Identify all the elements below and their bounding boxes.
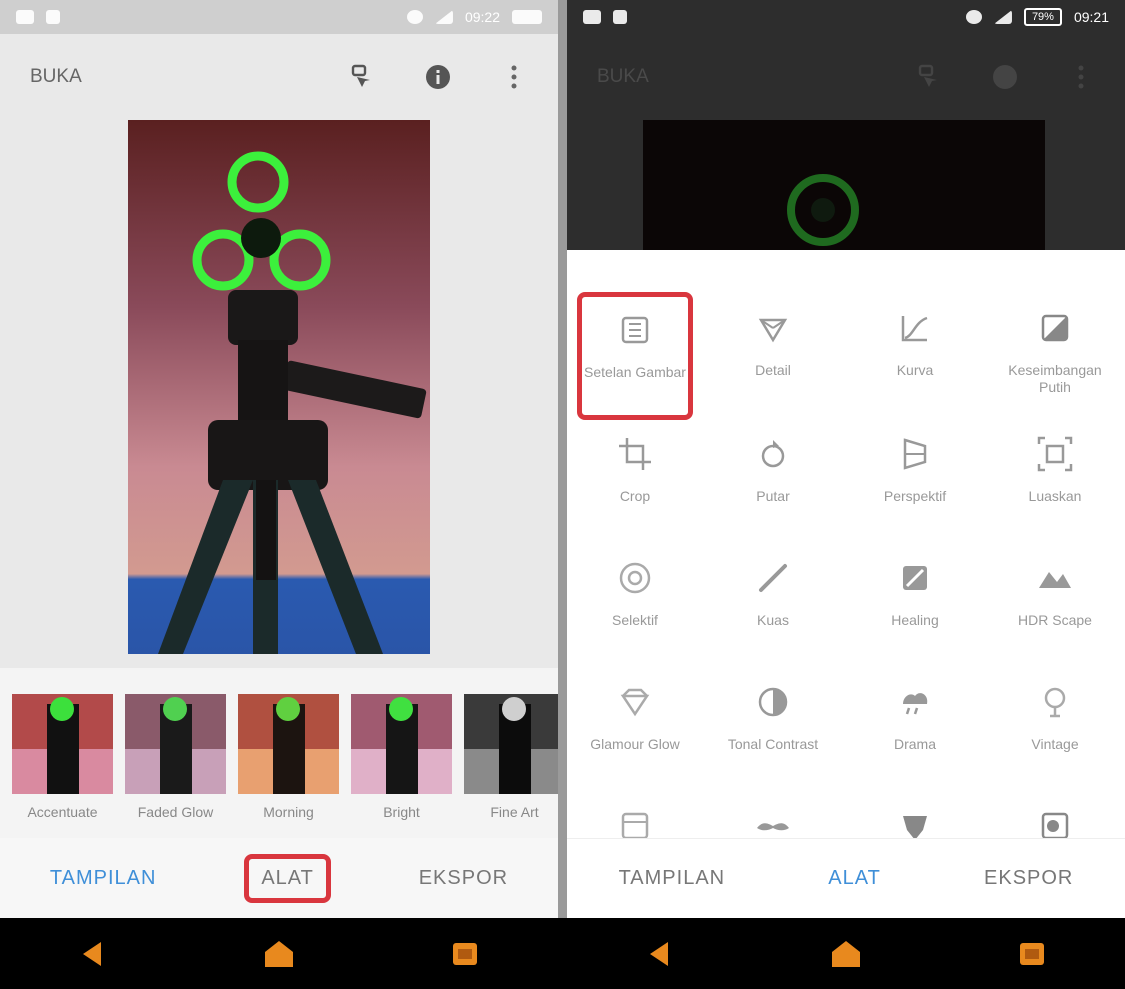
expand-icon xyxy=(1037,436,1073,472)
tool-healing[interactable]: Healing xyxy=(855,540,975,650)
filter-bright[interactable]: Bright xyxy=(351,694,452,838)
tools-grid: Setelan Gambar Detail Kurva Keseimbangan… xyxy=(567,250,1125,840)
info-icon[interactable] xyxy=(424,63,452,91)
tab-export[interactable]: EKSPOR xyxy=(972,859,1085,898)
cloud-icon xyxy=(16,10,34,24)
bottom-tabs: TAMPILAN ALAT EKSPOR xyxy=(567,838,1125,918)
glamour-icon xyxy=(620,688,650,717)
nav-group-left xyxy=(0,918,558,989)
recents-icon xyxy=(453,942,477,965)
selective-icon xyxy=(619,562,651,594)
tool-brush[interactable]: Kuas xyxy=(713,540,833,650)
filter-accentuate[interactable]: Accentuate xyxy=(12,694,113,838)
tool-rotate[interactable]: Putar xyxy=(713,416,833,526)
photo-preview xyxy=(567,120,1125,250)
nav-group-right xyxy=(567,918,1125,989)
tab-tools[interactable]: ALAT xyxy=(816,859,893,898)
hdr-icon xyxy=(1039,572,1071,588)
undo-stack-icon[interactable] xyxy=(348,63,376,91)
vibrate-icon xyxy=(406,10,423,24)
filter-fine-art[interactable]: Fine Art xyxy=(464,694,558,838)
status-bar: 79% 09:21 xyxy=(567,0,1125,34)
edited-photo-dimmed xyxy=(643,120,1045,250)
tool-drama[interactable]: Drama xyxy=(855,664,975,774)
perspective-icon xyxy=(903,438,927,470)
image-notification-icon xyxy=(46,10,60,24)
more-vert-icon[interactable] xyxy=(1067,63,1095,91)
left-screen: 09:22 BUKA Accentuate Faded Glow Morning… xyxy=(0,0,558,918)
white-balance-icon xyxy=(1041,314,1069,342)
bottom-tabs: TAMPILAN ALAT EKSPOR xyxy=(0,838,558,918)
edited-photo xyxy=(128,120,430,654)
filter-strip: Accentuate Faded Glow Morning Bright Fin… xyxy=(0,668,558,838)
right-screen: 79% 09:21 BUKA Setelan Gambar Detail Kur… xyxy=(567,0,1125,918)
back-button[interactable] xyxy=(640,934,680,974)
cloud-icon xyxy=(583,10,601,24)
system-nav-bar xyxy=(0,918,1125,989)
recents-button[interactable] xyxy=(445,934,485,974)
tab-looks[interactable]: TAMPILAN xyxy=(607,859,738,898)
home-button[interactable] xyxy=(259,934,299,974)
tab-export[interactable]: EKSPOR xyxy=(407,859,520,898)
tool-crop[interactable]: Crop xyxy=(575,416,695,526)
signal-icon xyxy=(434,10,453,24)
recents-button[interactable] xyxy=(1012,934,1052,974)
home-icon xyxy=(832,940,860,967)
tool-vintage[interactable]: Vintage xyxy=(995,664,1115,774)
tool-details[interactable]: Detail xyxy=(713,290,833,400)
tab-looks[interactable]: TAMPILAN xyxy=(38,859,169,898)
back-button[interactable] xyxy=(73,934,113,974)
tool-selective[interactable]: Selektif xyxy=(575,540,695,650)
filter-faded-glow[interactable]: Faded Glow xyxy=(125,694,226,838)
tool-tune-image[interactable]: Setelan Gambar xyxy=(577,292,693,420)
clock: 09:21 xyxy=(1073,9,1109,25)
tool-tonal-contrast[interactable]: Tonal Contrast xyxy=(713,664,833,774)
battery-icon xyxy=(512,10,542,24)
home-icon xyxy=(265,940,293,967)
crop-icon xyxy=(619,438,651,470)
tool-glamour-glow[interactable]: Glamour Glow xyxy=(575,664,695,774)
app-bar: BUKA xyxy=(567,34,1125,120)
tool-white-balance[interactable]: Keseimbangan Putih xyxy=(995,290,1115,400)
back-icon xyxy=(650,941,668,966)
filter-morning[interactable]: Morning xyxy=(238,694,339,838)
tonal-icon xyxy=(758,687,788,717)
detail-triangle-icon xyxy=(758,318,788,343)
undo-stack-icon[interactable] xyxy=(915,63,943,91)
open-button[interactable]: BUKA xyxy=(597,66,649,88)
status-bar: 09:22 xyxy=(0,0,558,34)
brush-icon xyxy=(759,564,787,592)
open-button[interactable]: BUKA xyxy=(30,66,82,88)
image-notification-icon xyxy=(613,10,627,24)
app-bar: BUKA xyxy=(0,34,558,120)
tool-curves[interactable]: Kurva xyxy=(855,290,975,400)
battery-level: 79% xyxy=(1023,8,1062,26)
tune-icon xyxy=(621,316,649,344)
home-button[interactable] xyxy=(826,934,866,974)
recents-icon xyxy=(1020,942,1044,965)
tool-hdr-scape[interactable]: HDR Scape xyxy=(995,540,1115,650)
rotate-icon xyxy=(761,440,785,468)
curves-icon xyxy=(901,316,928,342)
tab-tools[interactable]: ALAT xyxy=(244,853,331,903)
vintage-icon xyxy=(1044,687,1066,718)
more-vert-icon[interactable] xyxy=(500,63,528,91)
back-icon xyxy=(83,941,101,966)
tool-perspective[interactable]: Perspektif xyxy=(855,416,975,526)
screen-divider xyxy=(558,0,567,918)
clock: 09:22 xyxy=(464,9,500,25)
healing-icon xyxy=(903,566,927,590)
vibrate-icon xyxy=(965,10,982,24)
tool-expand[interactable]: Luaskan xyxy=(995,416,1115,526)
drama-icon xyxy=(903,693,928,715)
info-icon[interactable] xyxy=(991,63,1019,91)
signal-icon xyxy=(993,10,1012,24)
